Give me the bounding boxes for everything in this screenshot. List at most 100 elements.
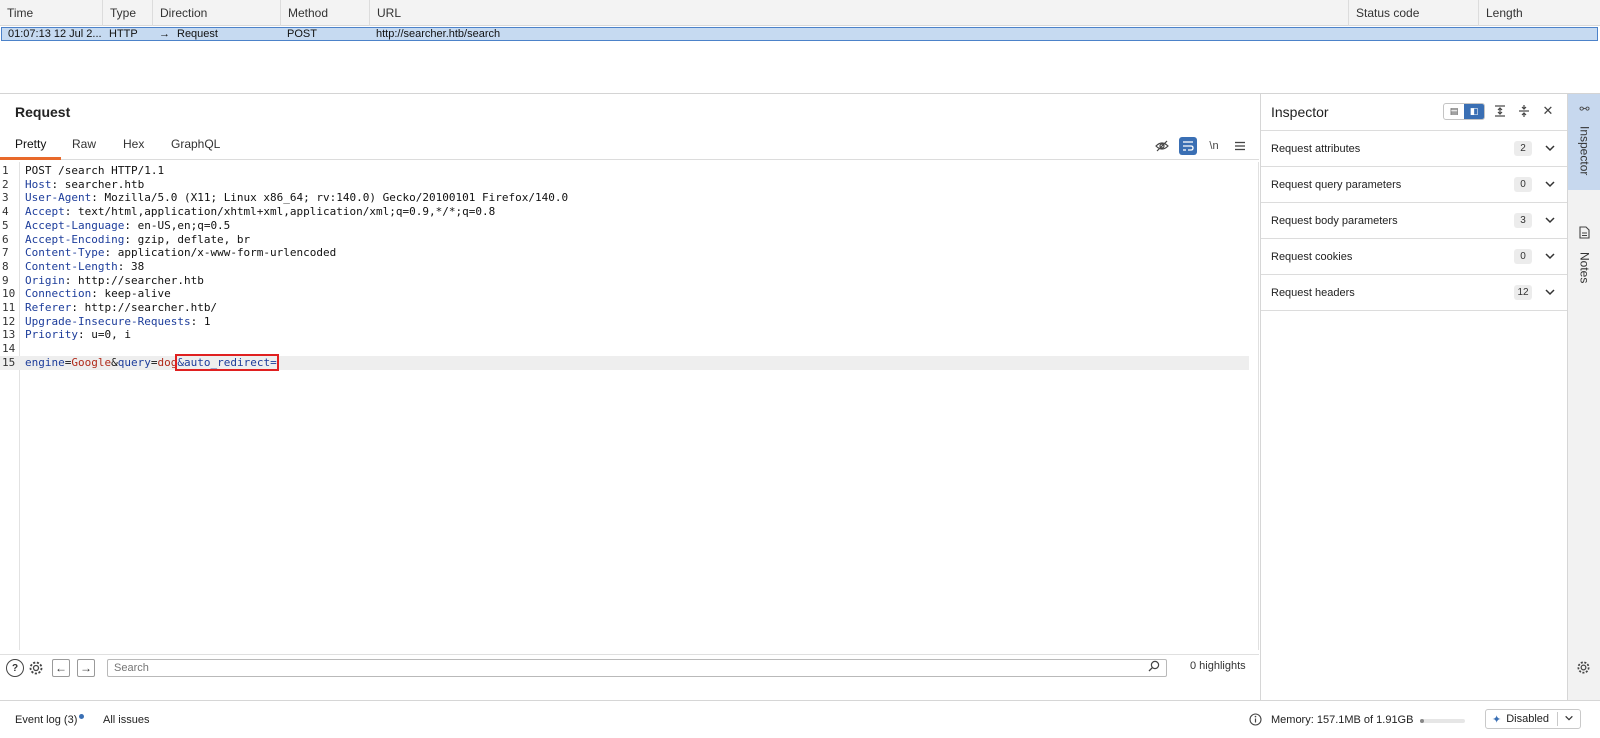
settings-gear-icon[interactable] <box>1576 660 1591 678</box>
line-number: 10 <box>2 287 16 301</box>
history-table: Time Type Direction Method URL Status co… <box>0 0 1600 94</box>
event-log-link[interactable]: Event log (3) <box>15 714 85 726</box>
col-url[interactable]: URL <box>369 0 1348 26</box>
inspector-item-label: Request body parameters <box>1271 214 1398 227</box>
chevron-down-icon[interactable] <box>1544 142 1556 154</box>
row-length <box>1479 28 1597 40</box>
line-text: Accept: text/html,application/xhtml+xml,… <box>25 205 496 219</box>
history-row-selected[interactable]: 01:07:13 12 Jul 2... HTTP → Request POST… <box>1 27 1598 41</box>
col-length[interactable]: Length <box>1478 0 1600 26</box>
newline-toggle[interactable]: \n <box>1205 137 1223 155</box>
editor-line[interactable]: 1 POST /search HTTP/1.1 <box>0 164 1249 178</box>
chevron-down-icon[interactable] <box>1564 713 1574 725</box>
header-name: Content-Type <box>25 246 105 260</box>
memory-usage: Memory: 157.1MB of 1.91GB <box>1271 714 1414 726</box>
editor-line[interactable]: 9 Origin: http://searcher.htb <box>0 274 1249 288</box>
header-value: gzip, deflate, br <box>130 232 251 246</box>
col-time[interactable]: Time <box>0 0 102 26</box>
info-icon[interactable] <box>1249 713 1262 729</box>
search-icon[interactable] <box>1148 660 1164 676</box>
body-param-key: engine <box>25 355 65 369</box>
collapse-all-icon[interactable] <box>1515 102 1533 120</box>
inspector-item-query-parameters[interactable]: Request query parameters 0 <box>1261 167 1568 203</box>
tab-graphql[interactable]: GraphQL <box>156 132 235 160</box>
arrow-back-icon[interactable]: ← <box>52 659 70 677</box>
side-tab-inspector[interactable]: ⚯ Inspector <box>1568 94 1600 190</box>
editor-line[interactable]: 8 Content-Length: 38 <box>0 260 1249 274</box>
request-editor[interactable]: 1 POST /search HTTP/1.1 2 Host: searcher.ht… <box>0 162 1259 650</box>
line-text: Upgrade-Insecure-Requests: 1 <box>25 314 211 328</box>
inspector-item-body-parameters[interactable]: Request body parameters 3 <box>1261 203 1568 239</box>
col-direction[interactable]: Direction <box>152 0 280 26</box>
chevron-down-icon[interactable] <box>1544 286 1556 298</box>
body-param-value: dog <box>157 355 178 369</box>
header-value: u=0, i <box>84 328 131 342</box>
body-ampersand: & <box>111 355 118 369</box>
arrow-forward-icon[interactable]: → <box>77 659 95 677</box>
header-name: Accept <box>25 205 65 219</box>
editor-line[interactable]: 7 Content-Type: application/x-www-form-ur… <box>0 246 1249 260</box>
notes-icon <box>1579 226 1590 242</box>
layout-list-icon[interactable]: ▤ <box>1444 104 1464 119</box>
line-number: 3 <box>2 191 9 205</box>
inspector-toolbar: ▤ ◧ ✕ <box>1443 102 1557 120</box>
editor-line[interactable]: 12 Upgrade-Insecure-Requests: 1 <box>0 315 1249 329</box>
inspector-item-request-attributes[interactable]: Request attributes 2 <box>1261 131 1568 167</box>
editor-line[interactable]: 10 Connection: keep-alive <box>0 287 1249 301</box>
help-icon[interactable]: ? <box>6 659 24 677</box>
line-text: User-Agent: Mozilla/5.0 (X11; Linux x86_… <box>25 191 569 205</box>
inspector-item-cookies[interactable]: Request cookies 0 <box>1261 239 1568 275</box>
inspector-item-label: Request attributes <box>1271 142 1361 155</box>
search-input[interactable] <box>107 659 1167 677</box>
chevron-down-icon[interactable] <box>1544 178 1556 190</box>
col-method[interactable]: Method <box>280 0 369 26</box>
ai-status-dropdown[interactable]: ✦ Disabled <box>1485 709 1581 729</box>
editor-line[interactable]: 15 engine=Google&query=dog&auto_redirect= <box>0 353 1249 371</box>
hide-eye-icon[interactable] <box>1153 137 1171 155</box>
arrow-right-icon: → <box>159 28 170 40</box>
count-badge: 3 <box>1514 213 1532 228</box>
row-method: POST <box>287 28 317 40</box>
col-status-code[interactable]: Status code <box>1348 0 1478 26</box>
editor-line[interactable]: 13 Priority: u=0, i <box>0 328 1249 342</box>
editor-line[interactable]: 3 User-Agent: Mozilla/5.0 (X11; Linux x86… <box>0 191 1249 205</box>
count-badge: 2 <box>1514 141 1532 156</box>
header-name: User-Agent <box>25 191 92 205</box>
inspector-list: Request attributes 2 Request query param… <box>1261 130 1568 311</box>
all-issues-link[interactable]: All issues <box>103 714 149 726</box>
menu-icon[interactable] <box>1231 137 1249 155</box>
expand-all-icon[interactable] <box>1491 102 1509 120</box>
side-tab-label: Notes <box>1577 252 1592 284</box>
editor-line[interactable]: 11 Referer: http://searcher.htb/ <box>0 301 1249 315</box>
wrap-lines-icon[interactable] <box>1179 137 1197 155</box>
request-panel: Request Pretty Raw Hex GraphQL \n 1 POST … <box>0 94 1259 700</box>
header-value: application/x-www-form-urlencoded <box>111 246 337 260</box>
tab-pretty[interactable]: Pretty <box>0 132 62 160</box>
tab-raw[interactable]: Raw <box>57 132 111 160</box>
editor-line[interactable]: 14 <box>0 342 1249 356</box>
chevron-down-icon[interactable] <box>1544 214 1556 226</box>
side-tab-notes[interactable]: Notes <box>1568 218 1600 318</box>
line-text: Referer: http://searcher.htb/ <box>25 301 218 314</box>
layout-split-icon[interactable]: ◧ <box>1464 103 1484 119</box>
editor-toolbar: \n <box>1153 137 1249 155</box>
editor-line[interactable]: 5 Accept-Language: en-US,en;q=0.5 <box>0 219 1249 233</box>
line-number: 5 <box>2 218 9 232</box>
gear-icon[interactable] <box>27 659 45 677</box>
editor-line[interactable]: 6 Accept-Encoding: gzip, deflate, br <box>0 233 1249 247</box>
inspector-item-label: Request headers <box>1271 286 1355 299</box>
inspector-item-headers[interactable]: Request headers 12 <box>1261 275 1568 311</box>
editor-line[interactable]: 2 Host: searcher.htb <box>0 178 1249 192</box>
header-name: Accept-Language <box>25 218 125 232</box>
editor-line[interactable]: 4 Accept: text/html,application/xhtml+xml… <box>0 205 1249 219</box>
line-number: 15 <box>2 355 16 369</box>
col-type[interactable]: Type <box>102 0 152 26</box>
layout-toggle[interactable]: ▤ ◧ <box>1443 102 1485 120</box>
close-icon[interactable]: ✕ <box>1539 102 1557 120</box>
request-title: Request <box>15 104 71 120</box>
tab-hex[interactable]: Hex <box>108 132 159 160</box>
inspector-title: Inspector <box>1271 104 1329 120</box>
header-name: Content-Length <box>25 259 118 273</box>
chevron-down-icon[interactable] <box>1544 250 1556 262</box>
count-badge: 0 <box>1514 177 1532 192</box>
